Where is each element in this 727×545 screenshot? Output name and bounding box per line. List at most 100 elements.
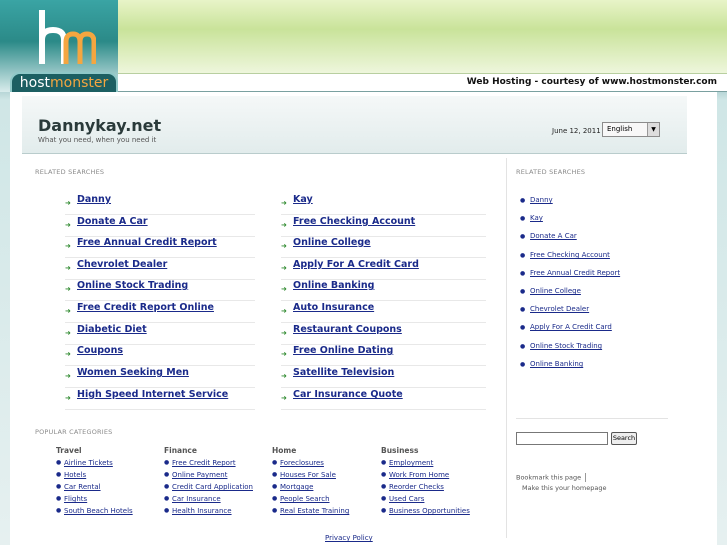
related-search-item[interactable]: ➜ Online Banking <box>281 279 486 301</box>
category-link[interactable]: ● Employment <box>381 459 433 467</box>
category-link-text[interactable]: Car Rental <box>64 483 101 491</box>
related-search-link[interactable]: Danny <box>77 193 111 207</box>
category-link-text[interactable]: Business Opportunities <box>389 507 470 515</box>
category-link[interactable]: ● Credit Card Application <box>164 483 253 491</box>
category-link-text[interactable]: Houses For Sale <box>280 471 336 479</box>
category-link-text[interactable]: Car Insurance <box>172 495 221 503</box>
related-search-link[interactable]: Free Annual Credit Report <box>77 236 217 250</box>
sidebar-link[interactable]: Free Annual Credit Report <box>530 269 620 277</box>
bookmark-link[interactable]: Bookmark this page <box>516 473 587 482</box>
category-link[interactable]: ● South Beach Hotels <box>56 507 133 515</box>
related-search-item[interactable]: ➜ Women Seeking Men <box>65 366 255 388</box>
category-link[interactable]: ● Foreclosures <box>272 459 324 467</box>
related-search-item[interactable]: ➜ Kay <box>281 193 486 215</box>
sidebar-item[interactable]: ● Free Annual Credit Report <box>520 269 620 277</box>
category-link-text[interactable]: Credit Card Application <box>172 483 253 491</box>
related-search-link[interactable]: Kay <box>293 193 313 207</box>
related-search-link[interactable]: Free Online Dating <box>293 344 393 358</box>
related-search-link[interactable]: Free Checking Account <box>293 215 415 229</box>
related-search-link[interactable]: Women Seeking Men <box>77 366 189 380</box>
category-link-text[interactable]: Real Estate Training <box>280 507 349 515</box>
category-link[interactable]: ● Real Estate Training <box>272 507 349 515</box>
related-search-item[interactable]: ➜ Free Credit Report Online <box>65 301 255 323</box>
category-link-text[interactable]: Airline Tickets <box>64 459 113 467</box>
category-link-text[interactable]: Reorder Checks <box>389 483 444 491</box>
search-input[interactable] <box>516 432 608 445</box>
related-search-link[interactable]: Chevrolet Dealer <box>77 258 167 272</box>
related-search-link[interactable]: Diabetic Diet <box>77 323 147 337</box>
category-link[interactable]: ● Houses For Sale <box>272 471 336 479</box>
category-link[interactable]: ● Free Credit Report <box>164 459 236 467</box>
related-search-item[interactable]: ➜ Auto Insurance <box>281 301 486 323</box>
related-search-item[interactable]: ➜ Restaurant Coupons <box>281 323 486 345</box>
search-button[interactable]: Search <box>611 432 637 445</box>
category-link[interactable]: ● Airline Tickets <box>56 459 113 467</box>
category-link[interactable]: ● Work From Home <box>381 471 449 479</box>
related-search-item[interactable]: ➜ Free Annual Credit Report <box>65 236 255 258</box>
related-search-item[interactable]: ➜ High Speed Internet Service <box>65 388 255 410</box>
category-link[interactable]: ● Mortgage <box>272 483 313 491</box>
sidebar-link[interactable]: Kay <box>530 214 543 222</box>
homepage-link[interactable]: Make this your homepage <box>522 484 606 492</box>
sidebar-item[interactable]: ● Danny <box>520 196 553 204</box>
related-search-link[interactable]: High Speed Internet Service <box>77 388 228 402</box>
related-search-link[interactable]: Auto Insurance <box>293 301 374 315</box>
category-link[interactable]: ● Flights <box>56 495 87 503</box>
related-search-item[interactable]: ➜ Free Online Dating <box>281 344 486 366</box>
category-link-text[interactable]: Foreclosures <box>280 459 324 467</box>
related-search-link[interactable]: Car Insurance Quote <box>293 388 403 402</box>
category-link-text[interactable]: Hotels <box>64 471 86 479</box>
category-link-text[interactable]: Health Insurance <box>172 507 232 515</box>
language-select[interactable]: English ▼ <box>602 122 660 137</box>
sidebar-link[interactable]: Donate A Car <box>530 232 577 240</box>
related-search-item[interactable]: ➜ Chevrolet Dealer <box>65 258 255 280</box>
sidebar-link[interactable]: Danny <box>530 196 553 204</box>
category-link-text[interactable]: Employment <box>389 459 433 467</box>
sidebar-item[interactable]: ● Online College <box>520 287 581 295</box>
privacy-policy-link[interactable]: Privacy Policy <box>325 534 373 542</box>
sidebar-link[interactable]: Chevrolet Dealer <box>530 305 589 313</box>
related-search-link[interactable]: Restaurant Coupons <box>293 323 402 337</box>
sidebar-item[interactable]: ● Online Stock Trading <box>520 342 602 350</box>
category-link-text[interactable]: South Beach Hotels <box>64 507 133 515</box>
category-link[interactable]: ● People Search <box>272 495 330 503</box>
related-search-item[interactable]: ➜ Danny <box>65 193 255 215</box>
related-search-item[interactable]: ➜ Coupons <box>65 344 255 366</box>
related-search-link[interactable]: Satellite Television <box>293 366 394 380</box>
sidebar-link[interactable]: Online Stock Trading <box>530 342 602 350</box>
category-link-text[interactable]: Mortgage <box>280 483 313 491</box>
category-link[interactable]: ● Car Insurance <box>164 495 221 503</box>
category-link-text[interactable]: Online Payment <box>172 471 227 479</box>
category-link[interactable]: ● Used Cars <box>381 495 424 503</box>
related-search-link[interactable]: Online College <box>293 236 371 250</box>
sidebar-link[interactable]: Free Checking Account <box>530 251 610 259</box>
related-search-item[interactable]: ➜ Donate A Car <box>65 215 255 237</box>
related-search-link[interactable]: Coupons <box>77 344 123 358</box>
sidebar-item[interactable]: ● Apply For A Credit Card <box>520 323 612 331</box>
sidebar-item[interactable]: ● Chevrolet Dealer <box>520 305 589 313</box>
category-link[interactable]: ● Business Opportunities <box>381 507 470 515</box>
related-search-item[interactable]: ➜ Online Stock Trading <box>65 279 255 301</box>
category-link-text[interactable]: Work From Home <box>389 471 449 479</box>
sidebar-link[interactable]: Apply For A Credit Card <box>530 323 612 331</box>
category-link[interactable]: ● Hotels <box>56 471 86 479</box>
category-link[interactable]: ● Online Payment <box>164 471 227 479</box>
sidebar-link[interactable]: Online College <box>530 287 581 295</box>
category-link[interactable]: ● Health Insurance <box>164 507 232 515</box>
sidebar-item[interactable]: ● Donate A Car <box>520 232 577 240</box>
sidebar-item[interactable]: ● Online Banking <box>520 360 583 368</box>
sidebar-item[interactable]: ● Free Checking Account <box>520 251 610 259</box>
category-link-text[interactable]: Free Credit Report <box>172 459 236 467</box>
sidebar-item[interactable]: ● Kay <box>520 214 543 222</box>
related-search-item[interactable]: ➜ Satellite Television <box>281 366 486 388</box>
category-link-text[interactable]: Used Cars <box>389 495 424 503</box>
category-link[interactable]: ● Reorder Checks <box>381 483 444 491</box>
sidebar-link[interactable]: Online Banking <box>530 360 583 368</box>
related-search-link[interactable]: Online Banking <box>293 279 374 293</box>
category-link-text[interactable]: Flights <box>64 495 87 503</box>
category-link[interactable]: ● Car Rental <box>56 483 101 491</box>
hostmonster-logo[interactable]: hostmonster <box>10 6 118 94</box>
related-search-link[interactable]: Free Credit Report Online <box>77 301 214 315</box>
related-search-link[interactable]: Apply For A Credit Card <box>293 258 419 272</box>
related-search-item[interactable]: ➜ Free Checking Account <box>281 215 486 237</box>
